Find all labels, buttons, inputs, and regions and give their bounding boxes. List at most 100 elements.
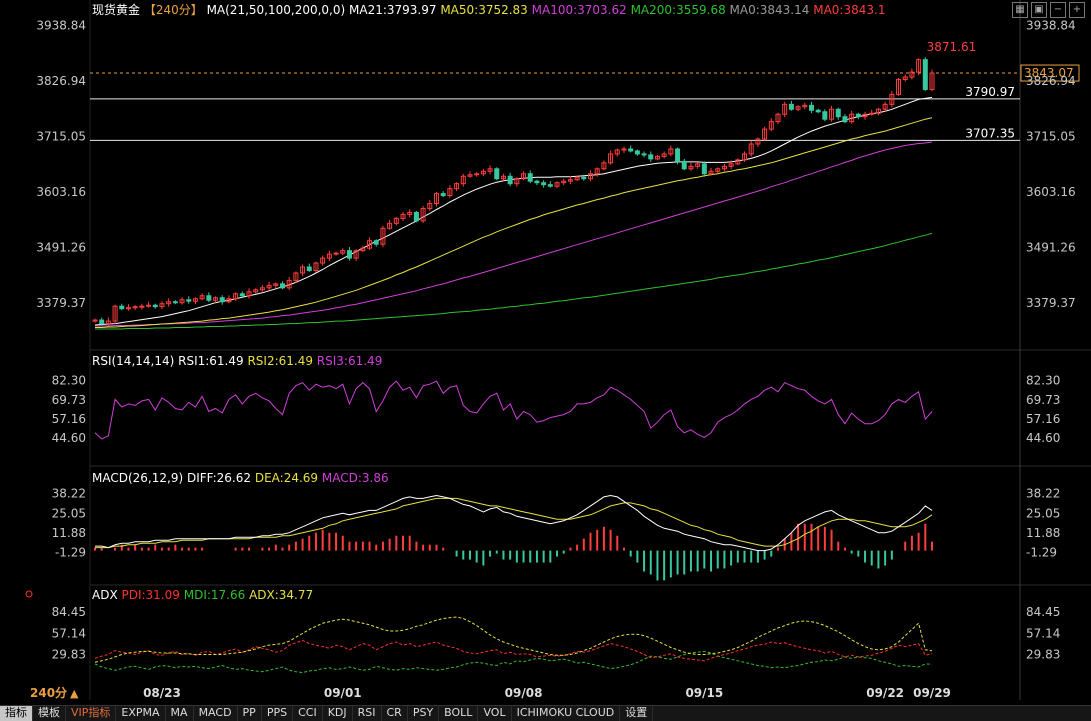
bottom-tab-5[interactable]: MACD [194, 706, 238, 721]
candle-body [621, 148, 627, 151]
high-annotation: 3871.61 [927, 40, 977, 54]
bottom-tab-4[interactable]: MA [166, 706, 194, 721]
legend-item: 【240分】 [144, 3, 207, 17]
candle-body [306, 266, 312, 271]
date-label: 09/22 [866, 686, 904, 700]
macd-tick-left: 11.88 [52, 526, 86, 540]
legend-item: RSI3:61.49 [317, 354, 383, 368]
grid-icon[interactable]: ▦ [1012, 2, 1028, 18]
price-tick-left: 3715.05 [36, 130, 86, 144]
bottom-tab-0[interactable]: 指标 [0, 706, 33, 721]
candle-body [675, 148, 681, 162]
candle-body [279, 283, 285, 289]
image-icon[interactable]: ▣ [1031, 2, 1047, 18]
candle-body [581, 176, 587, 180]
bottom-tab-9[interactable]: KDJ [323, 706, 353, 721]
bottom-tab-8[interactable]: CCI [293, 706, 323, 721]
candle-body [634, 150, 640, 155]
candle-body [125, 307, 131, 310]
candle-body [239, 293, 245, 297]
bottom-tab-16[interactable]: 设置 [620, 706, 654, 721]
date-label: 09/29 [913, 686, 951, 700]
adx-tick-right: 29.83 [1026, 648, 1060, 662]
rsi-tick-left: 82.30 [52, 374, 86, 388]
bottom-tab-3[interactable]: EXPMA [116, 706, 166, 721]
price-tick-right: 3715.05 [1026, 130, 1076, 144]
price-tick-left: 3938.84 [36, 19, 86, 33]
candle-body [822, 111, 828, 120]
candle-body [474, 173, 480, 176]
legend-item: RSI(14,14,14) [92, 354, 178, 368]
candle-body [648, 154, 654, 160]
legend-item: MDI:17.66 [184, 588, 249, 602]
candle-body [855, 113, 861, 118]
adx-tick-right: 57.14 [1026, 626, 1060, 640]
adx-tick-left: 29.83 [52, 648, 86, 662]
candle-body [541, 182, 547, 186]
candle-body [815, 109, 821, 113]
candle-body [186, 299, 192, 302]
date-label: 09/08 [505, 686, 543, 700]
legend-item: ADX:34.77 [249, 588, 313, 602]
legend-item: ADX [92, 588, 121, 602]
candle-body [346, 250, 352, 259]
adx-tick-left: 57.14 [52, 626, 86, 640]
price-tick-right: 3826.94 [1026, 74, 1076, 88]
date-label: 09/01 [324, 686, 362, 700]
candle-body [172, 301, 178, 304]
level-label: 3790.97 [965, 85, 1015, 99]
legend-item: MA0:3843.1 [813, 3, 885, 17]
macd-tick-right: 38.22 [1026, 487, 1060, 501]
candle-body [206, 295, 212, 301]
bottom-tab-11[interactable]: CR [382, 706, 408, 721]
candle-body [788, 103, 794, 110]
bottom-tab-2[interactable]: VIP指标 [66, 706, 117, 721]
candle-body [628, 148, 634, 152]
legend-item: MACD(26,12,9) [92, 471, 187, 485]
bottom-tab-1[interactable]: 模板 [33, 706, 66, 721]
bottom-tab-7[interactable]: PPS [262, 706, 294, 721]
legend-row: 现货黄金 【240分】 MA(21,50,100,200,0,0) MA21:3… [92, 2, 885, 17]
candle-body [99, 319, 105, 325]
bottom-tab-bar: 指标 模板 VIP指标 EXPMA MA MACD PP PPS CCI KDJ RSI CR PSY B… [0, 705, 1091, 721]
legend-item: PDI:31.09 [121, 588, 183, 602]
candle-body [139, 305, 145, 308]
candle-body [922, 59, 928, 90]
candle-body [534, 180, 540, 184]
bottom-tab-10[interactable]: RSI [353, 706, 382, 721]
bottom-tab-15[interactable]: ICHIMOKU CLOUD [512, 706, 621, 721]
legend-item: MA(21,50,100,200,0,0) [207, 3, 349, 17]
candle-body [835, 108, 841, 118]
legend-item: DEA:24.69 [255, 471, 322, 485]
candle-body [701, 163, 707, 175]
candle-body [808, 104, 814, 111]
rsi-tick-left: 44.60 [52, 431, 86, 445]
bottom-tab-12[interactable]: PSY [408, 706, 440, 721]
candle-body [146, 304, 152, 307]
candle-body [92, 319, 98, 322]
price-tick-right: 3603.16 [1026, 185, 1076, 199]
chart-area[interactable]: 3790.973707.353843.073871.61 3938.84 3938… [0, 0, 1091, 705]
plus-icon[interactable]: + [1069, 2, 1085, 18]
bottom-tab-13[interactable]: BOLL [439, 706, 479, 721]
price-tick-right: 3491.26 [1026, 241, 1076, 255]
candle-body [132, 306, 138, 309]
rsi-tick-right: 44.60 [1026, 431, 1060, 445]
candle-body [527, 173, 533, 182]
legend-item: MA21:3793.97 [349, 3, 440, 17]
candle-body [869, 112, 875, 115]
legend-item: RSI1:61.49 [178, 354, 247, 368]
bottom-tab-6[interactable]: PP [238, 706, 262, 721]
adx-tick-left: 84.45 [52, 605, 86, 619]
macd-tick-right: 11.88 [1026, 526, 1060, 540]
price-tick-left: 3379.37 [36, 296, 86, 310]
candle-body [333, 252, 339, 255]
candle-body [373, 240, 379, 245]
candle-body [119, 305, 125, 310]
rsi-tick-right: 57.16 [1026, 412, 1060, 426]
bottom-tab-14[interactable]: VOL [478, 706, 512, 721]
minus-icon[interactable]: − [1050, 2, 1066, 18]
legend-item: MA100:3703.62 [532, 3, 631, 17]
macd-tick-left: -1.29 [55, 546, 86, 560]
price-tick-left: 3491.26 [36, 241, 86, 255]
